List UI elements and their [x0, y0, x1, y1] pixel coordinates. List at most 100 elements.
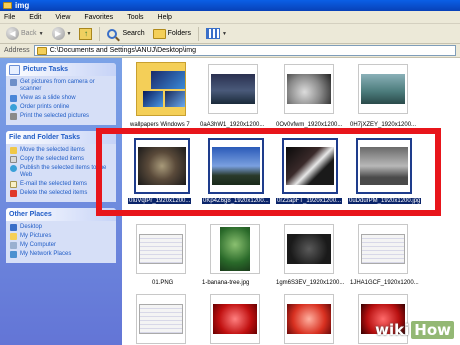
chevron-down-icon: ▼ [66, 30, 72, 37]
toolbar-separator [99, 26, 101, 41]
file-folder-tasks-title: File and Folder Tasks [9, 134, 81, 141]
task-label: Get pictures from camera or scanner [20, 79, 95, 92]
search-icon [107, 28, 118, 39]
task-slide-show[interactable]: View as a slide show [10, 95, 112, 102]
window-title: img [15, 1, 30, 10]
place-my-network[interactable]: My Network Places [10, 251, 112, 258]
file-thumbnail[interactable] [358, 64, 408, 114]
watermark-wiki: wiki [375, 321, 410, 339]
views-icon [206, 28, 220, 39]
back-arrow-icon: ◀ [6, 27, 19, 40]
task-label: E-mail the selected items [20, 181, 88, 187]
task-label: Copy the selected items [20, 156, 85, 162]
menu-help[interactable]: Help [158, 14, 172, 21]
folder-icon [3, 2, 12, 9]
thumbnail-image [287, 74, 331, 104]
file-name: 1-banana-tree.jpg [202, 280, 250, 286]
menu-favorites[interactable]: Favorites [84, 14, 113, 21]
other-places-box: Other Places Desktop My Pictures My Comp… [6, 208, 116, 263]
picture-tasks-header[interactable]: Picture Tasks [6, 63, 116, 76]
folders-button[interactable]: Folders [150, 28, 194, 40]
task-label: View as a slide show [20, 95, 76, 101]
folders-label: Folders [167, 30, 191, 37]
email-icon [10, 181, 17, 188]
title-bar: img [0, 0, 460, 11]
place-label: Desktop [20, 224, 43, 230]
file-thumbnail[interactable] [284, 294, 334, 344]
up-folder-icon: ↑ [79, 27, 93, 40]
menu-tools[interactable]: Tools [127, 14, 143, 21]
up-button[interactable]: ↑ [76, 27, 95, 41]
task-label: Delete the selected items [20, 190, 88, 196]
task-print-pictures[interactable]: Print the selected pictures [10, 113, 112, 120]
desktop-icon [10, 224, 17, 231]
file-name: 1gm6S3EV_1920x1200... [276, 280, 345, 286]
back-button[interactable]: ◀ Back ▼ [3, 26, 47, 41]
picture-tasks-box: Picture Tasks Get pictures from camera o… [6, 63, 116, 125]
camera-icon [10, 79, 17, 86]
delete-icon [10, 190, 17, 197]
printer-icon [10, 113, 17, 120]
wikihow-watermark: wiki How [375, 321, 454, 339]
menu-view[interactable]: View [55, 14, 70, 21]
address-bar: Address C:\Documents and Settings\ANUJ\D… [0, 44, 460, 58]
search-button[interactable]: Search [104, 28, 147, 40]
folder-icon [10, 233, 17, 240]
menu-edit[interactable]: Edit [29, 14, 41, 21]
forward-button[interactable]: ▶ ▼ [49, 26, 75, 41]
file-name: 01.PNG [152, 280, 174, 286]
thumbnail-image [361, 74, 405, 104]
chevron-down-icon: ▼ [38, 30, 44, 37]
place-desktop[interactable]: Desktop [10, 224, 112, 231]
picture-icon [9, 64, 20, 75]
thumbnail-image [139, 304, 183, 334]
network-icon [10, 251, 17, 258]
place-label: My Computer [20, 242, 57, 248]
file-thumbnail[interactable] [210, 224, 260, 274]
task-label: Move the selected items [20, 147, 85, 153]
highlight-box [96, 128, 441, 216]
watermark-how: How [411, 321, 454, 339]
globe-icon [10, 104, 17, 111]
folder-icon [136, 62, 186, 116]
file-thumbnail[interactable] [358, 224, 408, 274]
forward-arrow-icon: ▶ [51, 27, 65, 40]
thumbnail-image [220, 227, 250, 271]
file-thumbnail[interactable] [208, 64, 258, 114]
file-thumbnail[interactable] [136, 224, 186, 274]
menu-bar: File Edit View Favorites Tools Help [0, 11, 460, 24]
file-thumbnail[interactable] [284, 64, 334, 114]
views-button[interactable]: ▼ [203, 27, 230, 40]
place-my-pictures[interactable]: My Pictures [10, 233, 112, 240]
thumbnail-image [287, 234, 331, 264]
address-value: C:\Documents and Settings\ANUJ\Desktop\i… [49, 47, 196, 54]
picture-tasks-title: Picture Tasks [23, 66, 69, 73]
address-field[interactable]: C:\Documents and Settings\ANUJ\Desktop\i… [33, 45, 456, 56]
toolbar-separator [198, 26, 199, 41]
task-label: Print the selected pictures [20, 113, 90, 119]
task-label: Order prints online [20, 104, 70, 110]
thumbnail-image [213, 304, 257, 334]
move-icon [10, 147, 17, 154]
file-thumbnail[interactable] [284, 224, 334, 274]
copy-icon [10, 156, 17, 163]
slideshow-icon [10, 95, 17, 102]
place-label: My Network Places [20, 251, 72, 257]
computer-icon [10, 242, 17, 249]
place-my-computer[interactable]: My Computer [10, 242, 112, 249]
file-thumbnail[interactable] [136, 62, 186, 116]
file-name: 1JHA1GCF_1920x1200... [350, 280, 419, 286]
task-get-pictures[interactable]: Get pictures from camera or scanner [10, 79, 112, 93]
other-places-title: Other Places [9, 211, 52, 218]
file-thumbnail[interactable] [136, 294, 186, 344]
place-label: My Pictures [20, 233, 52, 239]
menu-file[interactable]: File [4, 14, 15, 21]
task-order-prints[interactable]: Order prints online [10, 104, 112, 111]
thumbnail-image [211, 74, 255, 104]
folders-icon [152, 28, 166, 39]
chevron-down-icon: ▼ [222, 30, 227, 37]
toolbar: ◀ Back ▼ ▶ ▼ ↑ Search Folders ▼ [0, 24, 460, 44]
file-thumbnail[interactable] [210, 294, 260, 344]
address-label: Address [4, 47, 30, 54]
thumbnail-image [287, 304, 331, 334]
